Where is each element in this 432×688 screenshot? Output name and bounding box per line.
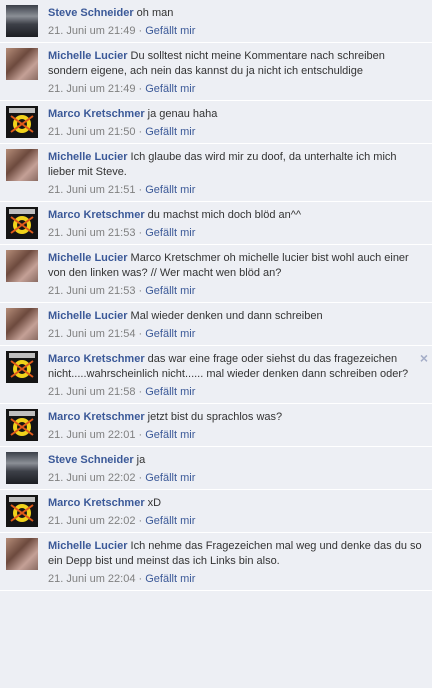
comment-text: oh man [136,7,174,19]
like-link[interactable]: Gefällt mir [145,25,195,37]
comment: Steve Schneider oh man 21. Juni um 21:49… [0,0,432,43]
comment-timestamp[interactable]: 21. Juni um 21:53 [48,285,135,297]
marco-avatar-image [6,409,38,441]
comment-author[interactable]: Marco Kretschmer [48,108,145,120]
like-link[interactable]: Gefällt mir [145,386,195,398]
like-link[interactable]: Gefällt mir [145,126,195,138]
michelle-avatar[interactable] [6,250,38,282]
meta-separator: · [135,285,146,297]
marco-avatar[interactable] [6,351,38,383]
marco-avatar[interactable] [6,495,38,527]
comment-author[interactable]: Marco Kretschmer [48,353,145,365]
michelle-avatar[interactable] [6,149,38,181]
comment: Marco Kretschmer ja genau haha 21. Juni … [0,101,432,144]
comment-timestamp[interactable]: 21. Juni um 21:50 [48,126,135,138]
like-link[interactable]: Gefällt mir [145,328,195,340]
comment-timestamp[interactable]: 21. Juni um 21:51 [48,184,135,196]
like-link[interactable]: Gefällt mir [145,227,195,239]
like-link[interactable]: Gefällt mir [145,285,195,297]
comment: Marco Kretschmer du machst mich doch blö… [0,202,432,245]
comment-timestamp[interactable]: 21. Juni um 21:49 [48,83,135,95]
comment-author[interactable]: Michelle Lucier [48,50,127,62]
comment-timestamp[interactable]: 21. Juni um 21:49 [48,25,135,37]
meta-separator: · [135,126,146,138]
like-link[interactable]: Gefällt mir [145,83,195,95]
meta-separator: · [135,386,146,398]
comment-timestamp[interactable]: 21. Juni um 21:53 [48,227,135,239]
comment-list: Steve Schneider oh man 21. Juni um 21:49… [0,0,432,591]
comment-text: xD [147,497,162,509]
comment-timestamp[interactable]: 21. Juni um 21:58 [48,386,135,398]
michelle-avatar[interactable] [6,538,38,570]
meta-separator: · [135,328,146,340]
comment: Michelle Lucier Mal wieder denken und da… [0,303,432,346]
comment: Michelle Lucier Ich glaube das wird mir … [0,144,432,202]
comment: Michelle Lucier Du solltest nicht meine … [0,43,432,101]
comment-author[interactable]: Steve Schneider [48,7,134,19]
comment-timestamp[interactable]: 21. Juni um 22:01 [48,429,135,441]
comment-text: ja [136,454,146,466]
marco-avatar[interactable] [6,409,38,441]
comment-timestamp[interactable]: 21. Juni um 22:02 [48,472,135,484]
meta-separator: · [135,429,146,441]
like-link[interactable]: Gefällt mir [145,573,195,585]
marco-avatar[interactable] [6,106,38,138]
comment-author[interactable]: Marco Kretschmer [48,497,145,509]
steve-avatar[interactable] [6,5,38,37]
like-link[interactable]: Gefällt mir [145,515,195,527]
comment: Marco Kretschmer xD 21. Juni um 22:02 · … [0,490,432,533]
comment: Steve Schneider ja 21. Juni um 22:02 · G… [0,447,432,490]
comment: Michelle Lucier Marco Kretschmer oh mich… [0,245,432,303]
meta-separator: · [135,227,146,239]
marco-avatar-image [6,495,38,527]
like-link[interactable]: Gefällt mir [145,472,195,484]
like-link[interactable]: Gefällt mir [145,429,195,441]
comment: Marco Kretschmer jetzt bist du sprachlos… [0,404,432,447]
meta-separator: · [135,573,146,585]
comment: Marco Kretschmer das war eine frage oder… [0,346,432,404]
marco-avatar[interactable] [6,207,38,239]
comment-author[interactable]: Michelle Lucier [48,310,127,322]
comment-text: du machst mich doch blöd an^^ [147,209,302,221]
steve-avatar[interactable] [6,452,38,484]
comment-timestamp[interactable]: 21. Juni um 22:04 [48,573,135,585]
meta-separator: · [135,472,146,484]
comment-text: ja genau haha [147,108,218,120]
close-icon[interactable]: × [420,351,428,365]
marco-avatar-image [6,351,38,383]
michelle-avatar[interactable] [6,308,38,340]
michelle-avatar[interactable] [6,48,38,80]
meta-separator: · [135,25,146,37]
meta-separator: · [135,83,146,95]
comment-author[interactable]: Michelle Lucier [48,151,127,163]
comment-text: jetzt bist du sprachlos was? [147,411,283,423]
comment-author[interactable]: Steve Schneider [48,454,134,466]
like-link[interactable]: Gefällt mir [145,184,195,196]
comment-author[interactable]: Marco Kretschmer [48,209,145,221]
comment-timestamp[interactable]: 21. Juni um 21:54 [48,328,135,340]
comment: Michelle Lucier Ich nehme das Fragezeich… [0,533,432,591]
comment-author[interactable]: Michelle Lucier [48,252,127,264]
comment-author[interactable]: Marco Kretschmer [48,411,145,423]
comment-text: Mal wieder denken und dann schreiben [130,310,323,322]
comment-timestamp[interactable]: 21. Juni um 22:02 [48,515,135,527]
marco-avatar-image [6,106,38,138]
marco-avatar-image [6,207,38,239]
meta-separator: · [135,184,146,196]
meta-separator: · [135,515,146,527]
comment-author[interactable]: Michelle Lucier [48,540,127,552]
